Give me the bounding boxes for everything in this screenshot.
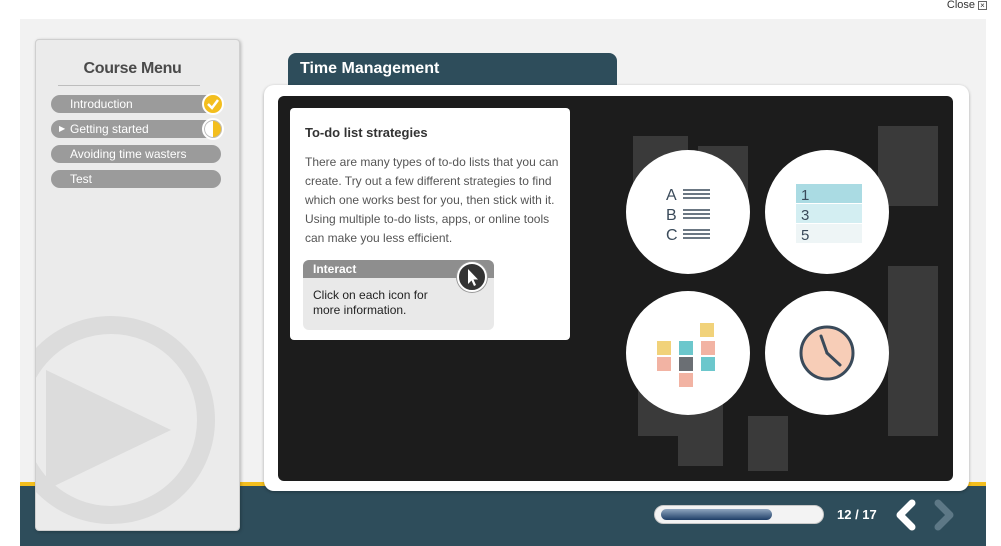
complete-check-icon [202, 93, 224, 115]
chevron-left-icon [896, 499, 916, 531]
menu-item-label: Introduction [70, 97, 133, 111]
progress-bar [654, 505, 824, 524]
numbered-list-button[interactable]: 1 3 5 [765, 150, 889, 274]
page-counter: 12 / 17 [837, 507, 877, 522]
menu-item-label: Avoiding time wasters [70, 147, 187, 161]
play-decoration-icon [36, 316, 215, 524]
menu-item-getting-started[interactable]: ▶ Getting started [51, 118, 224, 140]
course-menu-sidebar: Course Menu Introduction ▶ Getting start… [35, 39, 240, 531]
svg-text:5: 5 [801, 227, 809, 244]
card-body: There are many types of to-do lists that… [305, 155, 559, 245]
course-player: Close × Course Menu Introduction ▶ Getti… [0, 0, 1001, 546]
menu-item-label: Test [70, 172, 93, 186]
svg-text:A: A [666, 187, 677, 204]
sticky-notes-icon [657, 323, 715, 387]
menu-item-test[interactable]: Test [51, 170, 221, 188]
interact-box: Interact Click on each icon for more inf… [303, 260, 494, 330]
close-button[interactable]: Close × [947, 0, 987, 11]
svg-text:3: 3 [801, 207, 809, 224]
previous-page-button[interactable] [892, 499, 920, 531]
menu-item-label: Getting started [70, 122, 149, 136]
course-menu-divider [58, 85, 200, 86]
clock-button[interactable] [765, 291, 889, 415]
next-page-button[interactable] [930, 499, 958, 531]
close-icon: × [978, 0, 987, 10]
sticky-notes-button[interactable] [626, 291, 750, 415]
abc-list-icon: A B C [666, 187, 710, 244]
clock-icon [799, 325, 855, 381]
svg-text:C: C [666, 227, 678, 244]
card-title: To-do list strategies [305, 125, 428, 140]
numbered-list-icon: 1 3 5 [796, 184, 862, 244]
svg-text:B: B [666, 207, 677, 224]
pointer-cursor-icon [457, 262, 487, 292]
progress-fill [661, 509, 772, 520]
interact-text: Click on each icon for more information. [313, 288, 428, 317]
in-progress-icon [202, 118, 224, 140]
chevron-right-icon [934, 499, 954, 531]
abc-list-button[interactable]: A B C [626, 150, 750, 274]
close-label: Close [946, 0, 975, 11]
svg-text:1: 1 [801, 187, 809, 204]
menu-item-introduction[interactable]: Introduction [51, 93, 224, 115]
page-title: Time Management [288, 53, 617, 87]
current-arrow-icon: ▶ [59, 124, 66, 133]
menu-item-avoiding-time-wasters[interactable]: Avoiding time wasters [51, 145, 221, 163]
course-menu-title: Course Menu [83, 60, 182, 77]
info-card: To-do list strategies There are many typ… [290, 108, 570, 340]
